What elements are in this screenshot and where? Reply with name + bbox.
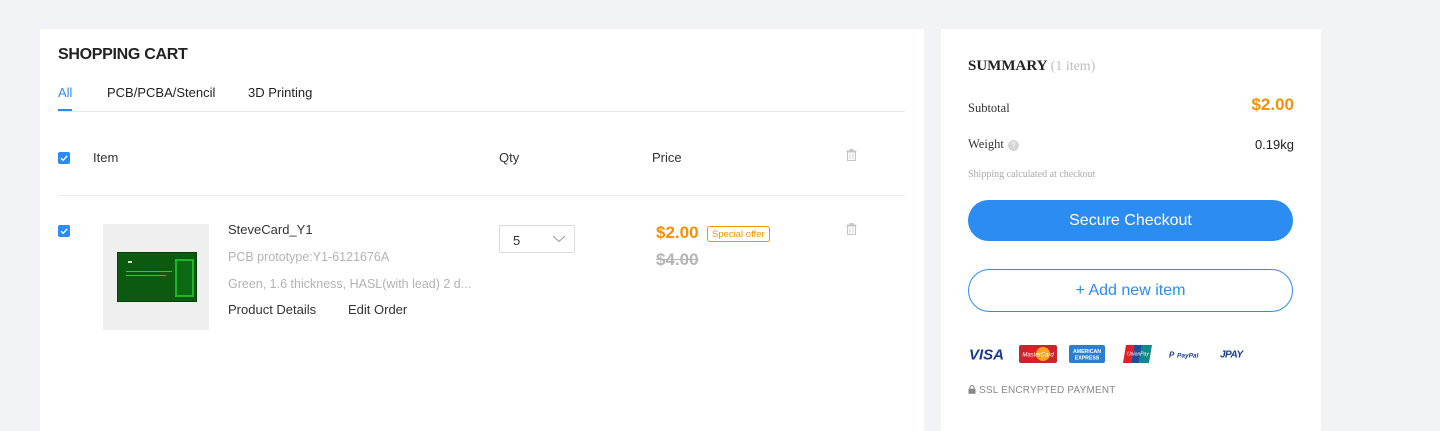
help-icon[interactable]: ? — [1007, 139, 1019, 151]
weight-value: 0.19kg — [1254, 137, 1294, 152]
summary-heading: SUMMARY — [968, 58, 1047, 74]
svg-text:VISA: VISA — [969, 347, 1004, 364]
checkmark-icon — [60, 155, 68, 162]
subtotal-label: Subtotal — [968, 101, 1010, 115]
lock-icon — [968, 384, 976, 394]
column-header-qty: Qty — [499, 150, 520, 165]
qty-value: 5 — [513, 233, 521, 248]
tab-3d-printing[interactable]: 3D Printing — [248, 85, 312, 100]
secure-checkout-button[interactable]: Secure Checkout — [968, 200, 1293, 241]
cart-title: SHOPPING CART — [58, 46, 188, 63]
product-thumbnail[interactable] — [103, 224, 209, 330]
amex-logo-icon: AMERICAN EXPRESS — [1069, 345, 1105, 363]
unionpay-logo-icon: UnionPay — [1123, 345, 1152, 363]
subtotal-value: $2.00 — [1251, 95, 1294, 114]
product-subtitle: PCB prototype:Y1-6121676A — [228, 250, 390, 264]
column-header-price: Price — [652, 150, 682, 165]
product-name: SteveCard_Y1 — [228, 222, 313, 237]
svg-text:PayPal: PayPal — [1177, 353, 1199, 360]
trash-all-icon[interactable] — [846, 149, 857, 161]
weight-label-row: Weight? — [968, 137, 1019, 152]
add-new-item-button[interactable]: + Add new item — [968, 269, 1293, 312]
visa-logo-icon: VISA — [969, 347, 1004, 364]
trash-icon[interactable] — [846, 223, 857, 235]
checkmark-icon — [60, 228, 68, 235]
weight-label: Weight — [968, 137, 1004, 151]
pcb-image — [117, 252, 197, 302]
summary-item-count: (1 item) — [1050, 59, 1096, 74]
svg-text:AMERICAN: AMERICAN — [1073, 349, 1101, 355]
column-header-item: Item — [93, 150, 119, 165]
order-summary-panel: SUMMARY (1 item) Subtotal $2.00 Weight? … — [941, 29, 1321, 431]
item-price: $2.00 — [656, 223, 699, 242]
shipping-note: Shipping calculated at checkout — [968, 169, 1096, 180]
svg-text:UnionPay: UnionPay — [1127, 352, 1149, 358]
tab-all[interactable]: All — [58, 85, 72, 100]
header-divider — [58, 195, 905, 196]
svg-text:JPAY: JPAY — [1220, 350, 1244, 361]
select-all-checkbox[interactable] — [58, 152, 70, 164]
product-details-link[interactable]: Product Details — [228, 302, 316, 317]
ssl-text: SSL ENCRYPTED PAYMENT — [978, 385, 1116, 396]
original-price: $4.00 — [656, 250, 699, 269]
jcb-logo-icon: JPAY — [1220, 350, 1245, 361]
special-offer-badge: Special offer — [707, 226, 770, 242]
qty-select[interactable]: 5 — [499, 225, 575, 253]
summary-title: SUMMARY (1 item) — [968, 58, 1095, 75]
svg-text:P: P — [1169, 351, 1175, 360]
svg-text:EXPRESS: EXPRESS — [1075, 356, 1100, 362]
active-tab-indicator — [58, 109, 72, 111]
product-specs: Green, 1.6 thickness, HASL(with lead) 2 … — [228, 277, 472, 291]
edit-order-link[interactable]: Edit Order — [348, 302, 407, 317]
ssl-row: SSL ENCRYPTED PAYMENT — [968, 384, 1116, 396]
cart-tabs: All PCB/PCBA/Stencil 3D Printing — [58, 85, 905, 112]
tab-pcb-pcba-stencil[interactable]: PCB/PCBA/Stencil — [107, 85, 215, 100]
item-checkbox[interactable] — [58, 225, 70, 237]
mastercard-logo-icon: MasterCard — [1019, 345, 1057, 363]
svg-text:MasterCard: MasterCard — [1022, 353, 1054, 359]
shopping-cart-panel: SHOPPING CART All PCB/PCBA/Stencil 3D Pr… — [40, 29, 924, 431]
chevron-down-icon — [552, 235, 566, 243]
paypal-logo-icon: P PayPal — [1169, 351, 1199, 360]
